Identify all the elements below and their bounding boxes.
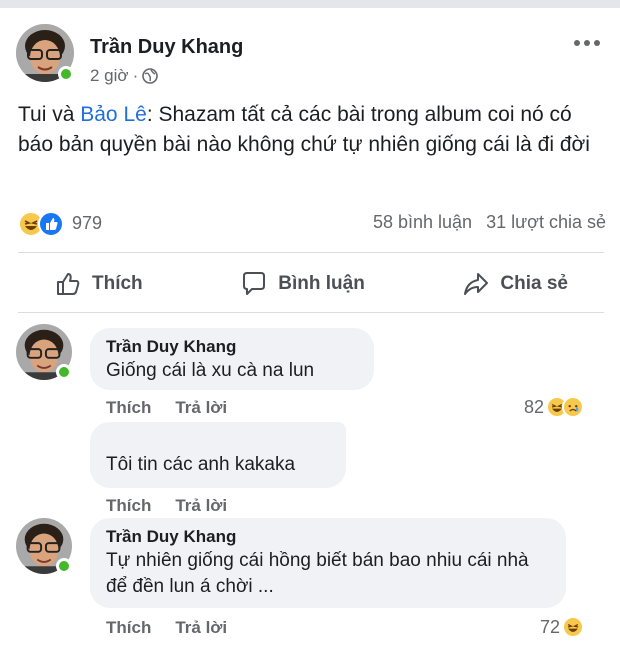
post-text-prefix: Tui và [18,103,81,126]
comments-count[interactable]: 58 bình luận [373,212,472,233]
comment-actions: Thích Trả lời [106,496,227,516]
post-author-name[interactable]: Trần Duy Khang [90,36,243,59]
comment-text: Giống cái là xu cà na lun [106,360,315,381]
comment-author[interactable]: Trần Duy Khang [106,336,358,358]
post-actions: Thích Bình luận Chia sẻ [18,262,604,306]
commenter-avatar[interactable] [16,518,72,574]
comment-like-link[interactable]: Thích [106,398,151,418]
comment-reaction-count: 72 [539,616,560,637]
share-icon [464,273,489,295]
sad-reaction-icon [562,396,584,418]
online-status-dot [58,66,74,82]
comment-text: Tự nhiên giống cái hồng biết bán bao nhi… [106,550,529,597]
shares-count[interactable]: 31 lượt chia sẻ [486,212,606,233]
online-status-dot [56,558,72,574]
comment-actions: Thích Trả lời [106,618,227,638]
like-button[interactable]: Thích [18,270,179,298]
comment-reply-link[interactable]: Trả lời [175,618,227,638]
comment-bubble: Tôi tin các anh kakaka [90,422,346,488]
divider [18,312,604,313]
mention-link[interactable]: Bảo Lê [80,103,147,126]
engagement-counts: 58 bình luận 31 lượt chia sẻ [373,212,606,233]
comment-item: Tôi tin các anh kakaka Thích Trả lời [16,422,604,518]
thumbs-up-icon [57,273,80,295]
commenter-avatar[interactable] [16,324,72,380]
comment-button[interactable]: Bình luận [204,270,401,298]
comment-reactions[interactable]: 72 [540,616,584,638]
comment-item: Trần Duy Khang Tự nhiên giống cái hồng b… [16,518,604,648]
comment-text: Tôi tin các anh kakaka [106,454,296,475]
post-header: Trần Duy Khang 2 giờ · [16,24,604,94]
haha-reaction-icon [562,616,584,638]
post-time[interactable]: 2 giờ [90,66,129,86]
share-button[interactable]: Chia sẻ [426,270,604,298]
like-button-label: Thích [92,273,143,294]
online-status-dot [56,364,72,380]
author-avatar[interactable] [16,24,74,82]
comment-reply-link[interactable]: Trả lời [175,496,227,516]
meta-separator: · [132,66,139,85]
like-reaction-icon [38,211,64,237]
reaction-icons[interactable] [18,209,70,237]
comment-like-link[interactable]: Thích [106,618,151,638]
reactions-summary: 979 58 bình luận 31 lượt chia sẻ [18,206,606,240]
comment-bubble: Trần Duy Khang Giống cái là xu cà na lun [90,328,374,390]
top-edge-bar [0,0,620,8]
comment-button-label: Bình luận [278,273,365,294]
reaction-count[interactable]: 979 [72,213,102,234]
comment-actions: Thích Trả lời [106,398,227,418]
share-button-label: Chia sẻ [500,273,568,294]
comment-reaction-count: 82 [523,396,544,417]
more-horizontal-icon[interactable] [574,36,604,50]
comment-like-link[interactable]: Thích [106,496,151,516]
comment-author[interactable]: Trần Duy Khang [106,526,550,548]
post-text: Tui và Bảo Lê: Shazam tất cả các bài tro… [18,100,608,160]
globe-icon [142,68,159,84]
comment-bubble: Trần Duy Khang Tự nhiên giống cái hồng b… [90,518,566,608]
comment-item: Trần Duy Khang Giống cái là xu cà na lun… [16,324,604,424]
comment-icon [243,272,266,295]
comment-reply-link[interactable]: Trả lời [175,398,227,418]
post-meta: 2 giờ · [90,66,159,86]
divider [18,252,604,253]
comment-reactions[interactable]: 82 [524,396,584,418]
